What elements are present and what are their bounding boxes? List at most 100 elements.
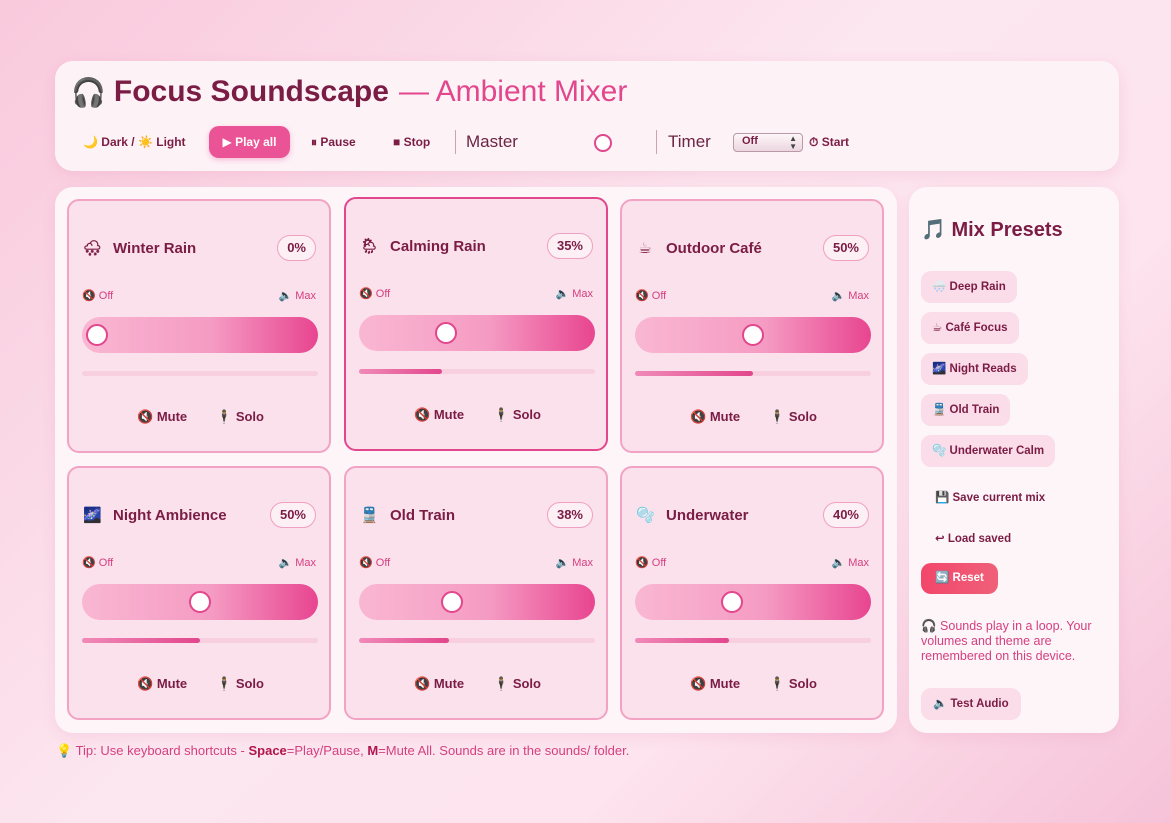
solo-button[interactable]: 🕴 Solo [216,676,264,692]
channel-title: 🌦 Calming Rain [360,237,486,256]
level-meter-fill [359,638,449,643]
off-label: 🔇 Off [635,556,666,569]
preset-cafe-focus-button[interactable]: ☕ Café Focus [921,312,1019,344]
tip-key-space: Space [248,743,287,758]
mute-label: Mute [433,407,465,422]
solo-button[interactable]: 🕴 Solo [493,676,541,692]
speaker-icon: 🔈 [831,290,846,302]
speaker-icon: 🔈 [555,557,570,569]
level-meter-fill [82,638,200,643]
channel-title: 🌌 Night Ambience [83,506,227,525]
solo-button[interactable]: 🕴 Solo [769,409,817,425]
transport-controls: 🌙 Dark / ☀️ Light ▶ Play all ⏸ Pause ■ S… [73,126,1103,158]
max-label: 🔈 Max [831,556,869,569]
off-label: 🔇 Off [359,287,390,300]
mute-icon: 🔇 [359,288,373,300]
channel-card-old-train: 🚆 Old Train 38% 🔇 Off 🔈 Max 🔇 Mute 🕴 Solo [344,466,608,720]
level-meter-fill [635,638,730,643]
channel-name: Winter Rain [113,239,197,257]
volume-slider-thumb[interactable] [721,591,744,613]
stop-button[interactable]: ■ Stop [383,126,440,158]
volume-slider-thumb[interactable] [86,324,108,346]
timer-start-button[interactable]: ⏱ Start [799,126,859,158]
mute-button[interactable]: 🔇 Mute [137,409,187,425]
save-mix-button[interactable]: 💾 Save current mix [935,490,1045,504]
solo-icon: 🕴 [216,409,233,424]
max-label-text: Max [848,290,869,302]
presets-panel: 🎵 Mix Presets 🌨️ Deep Rain ☕ Café Focus … [909,187,1119,733]
play-all-button[interactable]: ▶ Play all [209,126,290,158]
pause-button[interactable]: ⏸ Pause [301,126,366,158]
channel-card-winter-rain: 🌨 Winter Rain 0% 🔇 Off 🔈 Max 🔇 Mute 🕴 Solo [67,199,331,453]
channel-icon: 🌨 [83,240,103,257]
mute-icon: 🔇 [414,676,431,691]
volume-slider-thumb[interactable] [189,591,211,613]
reset-button[interactable]: 🔄 Reset [921,563,998,594]
off-label-text: Off [98,557,114,569]
preset-underwater-calm-button[interactable]: 🫧 Underwater Calm [921,435,1056,467]
mute-button[interactable]: 🔇 Mute [690,676,740,692]
solo-button[interactable]: 🕴 Solo [769,676,817,692]
header-panel: 🎧 Focus Soundscape — Ambient Mixer 🌙 Dar… [55,61,1119,171]
off-label-text: Off [375,557,391,569]
volume-slider-thumb[interactable] [441,591,464,613]
volume-percent-badge: 50% [269,502,316,528]
tip-key-m: M [367,743,379,758]
max-label-text: Max [848,557,869,569]
theme-toggle-button[interactable]: 🌙 Dark / ☀️ Light [73,126,196,158]
volume-slider[interactable] [635,584,871,620]
channel-card-night-ambience: 🌌 Night Ambience 50% 🔇 Off 🔈 Max 🔇 Mute 🕴 Solo [67,466,331,720]
mute-button[interactable]: 🔇 Mute [137,676,187,692]
channel-name: Outdoor Café [666,239,762,257]
preset-old-train-button[interactable]: 🚆 Old Train [921,394,1011,426]
preset-night-reads-button[interactable]: 🌌 Night Reads [921,353,1028,385]
timer-select[interactable]: Off ▲ ▼ [733,133,803,152]
mute-label: Mute [156,409,188,424]
volume-slider[interactable] [635,317,871,353]
mute-icon: 🔇 [690,409,707,424]
master-volume-slider[interactable] [553,134,653,152]
max-label-text: Max [295,557,316,569]
volume-slider[interactable] [359,315,595,351]
timer-label: Timer [668,132,711,151]
mute-button[interactable]: 🔇 Mute [414,407,464,423]
app-title: 🎧 Focus Soundscape — Ambient Mixer [71,75,627,109]
off-label: 🔇 Off [82,556,113,569]
channel-icon: 🌌 [83,507,102,524]
volume-slider[interactable] [359,584,595,620]
volume-percent-badge: 35% [546,233,593,259]
channel-title: 🚆 Old Train [360,506,455,525]
tip-prefix: 💡 Tip: Use keyboard shortcuts - [56,743,249,758]
off-label-text: Off [651,557,667,569]
mute-icon: 🔇 [359,557,373,569]
preset-deep-rain-button[interactable]: 🌨️ Deep Rain [921,271,1017,303]
level-meter [635,638,871,643]
timer-selected-value: Off [742,135,758,147]
speaker-icon: 🔈 [831,557,846,569]
level-meter-fill [635,371,753,376]
solo-button[interactable]: 🕴 Solo [216,409,264,425]
mute-icon: 🔇 [137,409,154,424]
mute-button[interactable]: 🔇 Mute [690,409,740,425]
volume-slider[interactable] [82,584,318,620]
test-audio-button[interactable]: 🔈 Test Audio [921,688,1021,720]
volume-slider-thumb[interactable] [435,322,458,344]
mute-button[interactable]: 🔇 Mute [414,676,464,692]
level-meter [359,638,595,643]
mute-icon: 🔇 [690,676,707,691]
level-meter [359,369,595,374]
channel-title: 🫧 Underwater [636,506,749,525]
channel-name: Underwater [666,506,749,524]
speaker-icon: 🔈 [278,290,293,302]
solo-button[interactable]: 🕴 Solo [493,407,541,423]
load-saved-button[interactable]: ↩ Load saved [935,531,1011,545]
volume-slider-thumb[interactable] [742,324,764,346]
off-label: 🔇 Off [359,556,390,569]
speaker-icon: 🔈 [555,288,570,300]
volume-slider[interactable] [82,317,318,353]
channel-card-underwater: 🫧 Underwater 40% 🔇 Off 🔈 Max 🔇 Mute 🕴 Solo [620,466,884,720]
off-label: 🔇 Off [82,289,113,302]
solo-label: Solo [788,409,817,424]
master-volume-thumb[interactable] [594,134,612,152]
mute-label: Mute [709,676,741,691]
